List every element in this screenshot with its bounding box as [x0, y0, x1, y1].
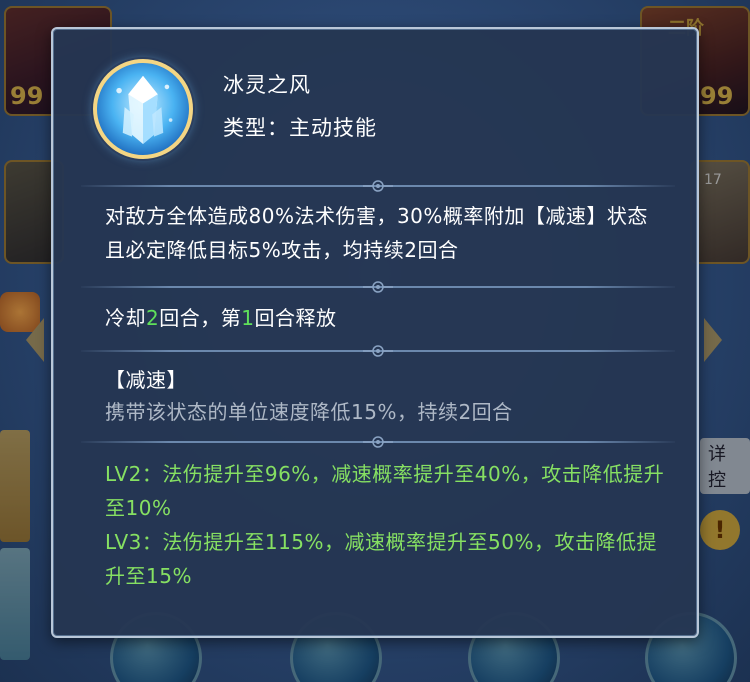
side-button-1[interactable] [0, 430, 30, 542]
divider-ornament-icon [363, 281, 393, 293]
arrow-right-icon[interactable] [704, 318, 722, 362]
hero-level-mid-right: 17 [704, 172, 722, 188]
divider [81, 180, 675, 192]
warning-icon[interactable]: ! [700, 510, 740, 550]
status-title: 【减速】 [105, 368, 187, 392]
cooldown-middle: 回合，第 [159, 306, 242, 330]
status-description: 携带该状态的单位速度降低15%，持续2回合 [105, 400, 513, 424]
divider [81, 281, 675, 293]
hero-level-top-right: 99 [700, 82, 734, 110]
ice-crystal-icon [93, 59, 193, 159]
upgrade-lv3: LV3：法伤提升至115%，减速概率提升至50%，攻击降低提升至15% [105, 530, 657, 588]
divider-ornament-icon [363, 180, 393, 192]
divider [81, 345, 675, 357]
skill-cooldown: 冷却2回合，第1回合释放 [105, 301, 665, 335]
cooldown-turns: 2 [146, 306, 160, 330]
skill-description: 对敌方全体造成80%法术伤害，30%概率附加【减速】状态且必定降低目标5%攻击，… [105, 204, 648, 262]
release-turn: 1 [241, 306, 255, 330]
hero-level-top-left: 99 [10, 82, 44, 110]
control-label[interactable]: 详控 [700, 438, 750, 494]
skill-type: 类型：主动技能 [223, 116, 377, 140]
cooldown-prefix: 冷却 [105, 306, 146, 330]
divider [81, 436, 675, 448]
divider-ornament-icon [363, 436, 393, 448]
arrow-left-icon[interactable] [26, 318, 44, 362]
skill-name: 冰灵之风 [223, 73, 311, 97]
side-button-2[interactable] [0, 548, 30, 660]
ice-crystal-graphic [116, 75, 173, 144]
upgrade-lv2: LV2：法伤提升至96%，减速概率提升至40%，攻击降低提升至10% [105, 462, 665, 520]
skill-tooltip: 冰灵之风 类型：主动技能 对敌方全体造成80%法术伤害，30%概率附加【减速】状… [51, 27, 699, 638]
divider-ornament-icon [363, 345, 393, 357]
cooldown-suffix: 回合释放 [254, 306, 337, 330]
